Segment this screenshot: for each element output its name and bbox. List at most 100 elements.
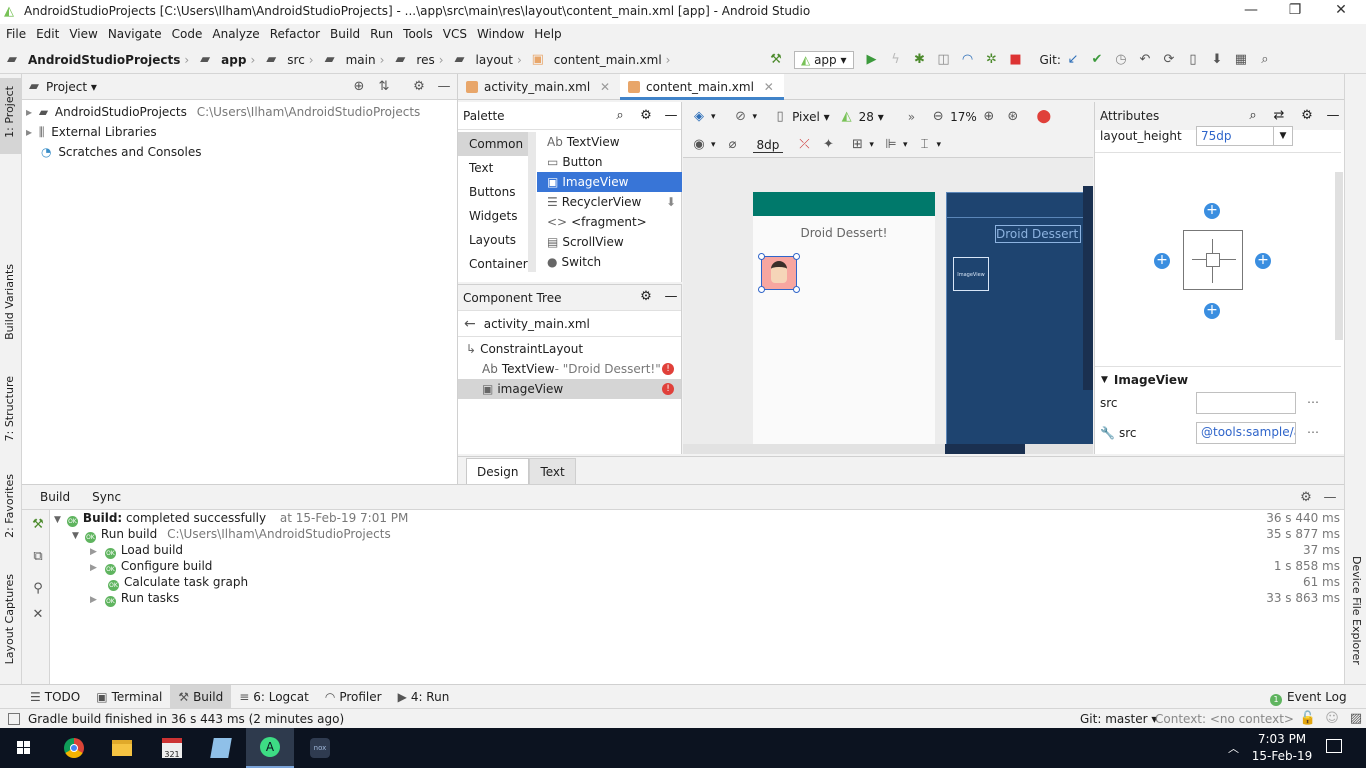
palette-category-layouts[interactable]: Layouts [458, 228, 536, 252]
layout-height-dropdown-icon[interactable]: ▼ [1273, 126, 1293, 146]
expand-arrow-icon[interactable]: ▶ [90, 595, 97, 605]
project-view-select[interactable]: Project ▾ [46, 80, 97, 94]
tree-item-textview[interactable]: Ab TextView- "Droid Dessert!" ! [458, 359, 681, 379]
resize-handle[interactable] [758, 253, 765, 260]
breadcrumb-project[interactable]: AndroidStudioProjects [28, 53, 180, 67]
inspector-icon[interactable]: ☺ [1323, 710, 1341, 728]
default-margin[interactable]: 8dp [752, 138, 784, 153]
design-surface-icon[interactable]: ◈ [690, 108, 708, 126]
git-history-icon[interactable]: ◷ [1112, 51, 1130, 69]
build-row-run-tasks[interactable]: ▶ OK Run tasks 33 s 863 ms [50, 590, 1344, 607]
minimize-icon[interactable]: — [1236, 2, 1266, 18]
zoom-in-icon[interactable]: ⊕ [980, 108, 998, 126]
expand-arrow-icon[interactable]: ▼ [54, 515, 61, 525]
close-tab-icon[interactable]: ✕ [764, 80, 774, 94]
app-icon[interactable] [198, 728, 246, 768]
expand-arrow-icon[interactable]: ▶ [90, 563, 97, 573]
pack-icon[interactable]: ⊞ [848, 136, 866, 154]
collapse-icon[interactable]: ⇅ [375, 78, 393, 96]
build-row-calculate-task-graph[interactable]: OK Calculate task graph 61 ms [50, 574, 1344, 591]
tool-window-toggle-icon[interactable] [8, 712, 20, 725]
palette-item-button[interactable]: ▭ Button [537, 152, 682, 172]
structure-tool-tab[interactable]: 7: Structure [3, 376, 16, 441]
clear-constraints-icon[interactable]: ⤫ [795, 136, 813, 154]
palette-item-textview[interactable]: Ab TextView [537, 132, 682, 152]
tool-tab-terminal[interactable]: ▣ Terminal [88, 685, 170, 709]
pin-icon[interactable]: ⚲ [29, 580, 47, 598]
tab-sync[interactable]: Sync [92, 490, 121, 504]
menu-refactor[interactable]: Refactor [270, 27, 320, 41]
chrome-icon[interactable] [50, 728, 98, 768]
make-project-hammer-icon[interactable]: ⚒ [767, 51, 785, 69]
tab-activity-main[interactable]: activity_main.xml ✕ [458, 74, 620, 100]
tray-chevron-icon[interactable]: ︿ [1228, 740, 1239, 756]
src-browse-icon[interactable]: … [1307, 392, 1319, 406]
menu-file[interactable]: File [6, 27, 26, 41]
menu-tools[interactable]: Tools [403, 27, 433, 41]
search-icon[interactable]: ⌕ [1244, 107, 1262, 125]
menu-vcs[interactable]: VCS [443, 27, 467, 41]
menu-code[interactable]: Code [172, 27, 203, 41]
layout-captures-tool-tab[interactable]: Layout Captures [3, 574, 16, 664]
status-message[interactable]: Gradle build finished in 36 s 443 ms (2 … [28, 712, 344, 726]
hide-panel-icon[interactable]: — [435, 78, 453, 96]
tool-tab-build[interactable]: ⚒ Build [170, 684, 232, 709]
palette-category-container[interactable]: Container [458, 252, 536, 276]
download-icon[interactable]: ⬇ [666, 192, 676, 212]
menu-view[interactable]: View [69, 27, 97, 41]
breadcrumb-src[interactable]: src [287, 53, 305, 67]
expand-arrow-icon[interactable]: ▼ [72, 531, 79, 541]
search-icon[interactable]: ⌕ [1256, 51, 1274, 69]
zoom-out-icon[interactable]: ⊖ [929, 108, 947, 126]
imageview-section-header[interactable]: ▼ ImageView [1101, 372, 1188, 388]
more-icon[interactable]: » [908, 110, 915, 124]
tree-item-imageview[interactable]: ▣ imageView ! [458, 379, 681, 399]
add-left-constraint-icon[interactable]: + [1154, 253, 1170, 269]
guidelines-icon[interactable]: ⌶ [915, 136, 933, 154]
breadcrumb-main[interactable]: main [346, 53, 376, 67]
menu-window[interactable]: Window [477, 27, 524, 41]
taskbar-clock[interactable]: 7:03 PM 15-Feb-19 [1250, 731, 1314, 765]
palette-category-buttons[interactable]: Buttons [458, 180, 536, 204]
tool-tab-profiler[interactable]: ◠ Profiler [317, 685, 390, 709]
maximize-icon[interactable]: ❐ [1280, 2, 1310, 18]
palette-scrollbar[interactable] [528, 132, 536, 272]
debug-icon[interactable]: ✱ [911, 51, 929, 69]
canvas-scrollbar[interactable] [1083, 186, 1093, 390]
gear-icon[interactable]: ⚙ [1298, 107, 1316, 125]
add-bottom-constraint-icon[interactable]: + [1204, 303, 1220, 319]
swap-view-icon[interactable]: ⇄ [1270, 107, 1288, 125]
close-tab-icon[interactable]: ✕ [600, 80, 610, 94]
toggle-view-icon[interactable]: ⧉ [29, 548, 47, 566]
avd-manager-icon[interactable]: ▯ [1184, 51, 1202, 69]
calendar-app-icon[interactable]: 321 [148, 728, 196, 768]
scroll-thumb[interactable] [945, 444, 1025, 454]
run-configuration-select[interactable]: ◭ app ▾ [794, 51, 854, 69]
tab-text[interactable]: Text [529, 457, 576, 484]
error-icon[interactable]: ! [662, 363, 674, 375]
zoom-fit-icon[interactable]: ⊛ [1004, 108, 1022, 126]
collapse-arrow-icon[interactable]: ▼ [1101, 375, 1108, 385]
coverage-icon[interactable]: ◫ [935, 51, 953, 69]
favorites-tool-tab[interactable]: 2: Favorites [3, 474, 16, 538]
canvas-horizontal-scrollbar[interactable] [683, 444, 1093, 454]
expand-arrow-icon[interactable]: ▶ [90, 547, 97, 557]
add-top-constraint-icon[interactable]: + [1204, 203, 1220, 219]
breadcrumb-app[interactable]: app [221, 53, 246, 67]
align-icon[interactable]: ⊫ [882, 136, 900, 154]
tree-item-scratches[interactable]: ◔ Scratches and Consoles [26, 142, 457, 162]
project-tool-tab[interactable]: 1: Project [3, 86, 16, 138]
tab-design[interactable]: Design [466, 457, 530, 484]
device-icon[interactable]: ▯ [771, 108, 789, 126]
add-right-constraint-icon[interactable]: + [1255, 253, 1271, 269]
hide-panel-icon[interactable]: — [662, 107, 680, 125]
autoconnect-off-icon[interactable]: ⌀ [724, 136, 742, 154]
palette-category-widgets[interactable]: Widgets [458, 204, 536, 228]
menu-analyze[interactable]: Analyze [212, 27, 259, 41]
close-icon[interactable]: ✕ [29, 606, 47, 624]
gear-icon[interactable]: ⚙ [410, 78, 428, 96]
back-arrow-icon[interactable]: ← [464, 316, 476, 332]
resize-handle[interactable] [793, 286, 800, 293]
src-input[interactable] [1196, 392, 1296, 414]
git-branch[interactable]: Git: master ▾ [1080, 712, 1157, 726]
